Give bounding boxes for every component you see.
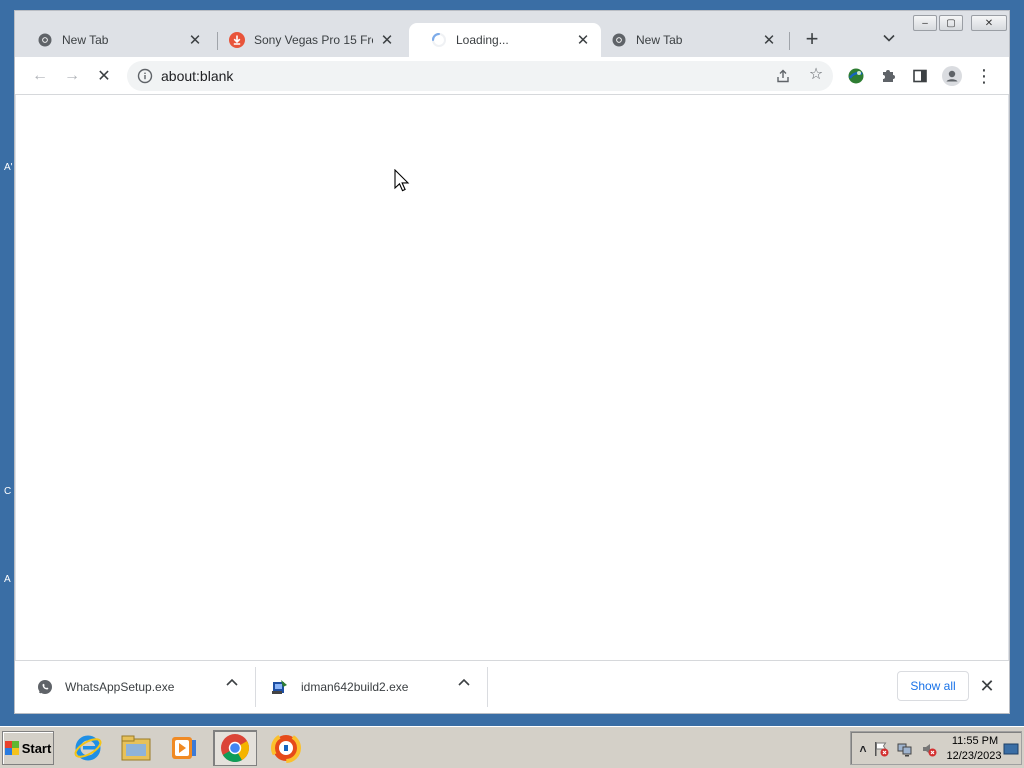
tab-title: New Tab <box>636 33 683 47</box>
address-input[interactable] <box>161 66 721 86</box>
profile-avatar-icon[interactable] <box>940 64 964 88</box>
address-bar[interactable]: ☆ <box>127 61 833 91</box>
clock-time[interactable]: 11:55 PM <box>947 735 1003 747</box>
back-button[interactable]: ← <box>28 64 52 88</box>
tab-loading[interactable]: Loading... ✕ <box>409 23 601 57</box>
close-download-shelf-icon[interactable]: ✕ <box>977 676 997 696</box>
download-item[interactable]: idman642build2.exe <box>271 667 451 707</box>
tab-close-icon[interactable]: ✕ <box>761 32 777 49</box>
download-item[interactable]: WhatsAppSetup.exe <box>37 667 217 707</box>
download-filename: WhatsAppSetup.exe <box>65 680 175 694</box>
network-icon[interactable] <box>897 741 913 757</box>
page-content[interactable] <box>16 95 1008 660</box>
mouse-cursor-icon <box>394 169 410 192</box>
stop-loading-button[interactable]: ✕ <box>92 64 116 88</box>
tab-close-icon[interactable]: ✕ <box>187 32 203 49</box>
tab-title: New Tab <box>62 33 109 47</box>
idm-installer-icon <box>272 680 287 694</box>
download-shelf: WhatsAppSetup.exe idman642build2.exe Sho… <box>15 660 1009 713</box>
tab-close-icon[interactable]: ✕ <box>379 32 395 49</box>
action-center-flag-icon[interactable] <box>873 741 889 757</box>
bookmark-star-icon[interactable]: ☆ <box>807 66 825 84</box>
chevron-up-icon[interactable] <box>457 677 471 687</box>
tab-search-button[interactable] <box>879 31 899 51</box>
media-player-icon[interactable] <box>162 730 206 766</box>
show-all-downloads-button[interactable]: Show all <box>897 671 969 701</box>
tab-new-tab-2[interactable]: New Tab ✕ <box>589 23 787 57</box>
idm-extension-icon[interactable] <box>844 64 868 88</box>
windows-logo-icon <box>4 741 19 755</box>
share-icon[interactable] <box>775 68 791 84</box>
show-hidden-icons-button[interactable]: ˄ <box>855 741 871 757</box>
browser-window: New Tab ✕ Sony Vegas Pro 15 Free D ✕ Loa… <box>14 10 1010 714</box>
chrome-icon <box>611 32 627 48</box>
desktop-icon-label: A <box>4 574 11 585</box>
file-explorer-icon[interactable] <box>114 730 158 766</box>
taskbar: Start ˄ 11:55 PM 12/23/2023 <box>0 726 1024 768</box>
tab-separator <box>789 32 790 50</box>
close-window-button[interactable]: ✕ <box>971 15 1007 31</box>
chevron-up-icon[interactable] <box>225 677 239 687</box>
download-separator <box>487 667 488 707</box>
spinner-icon <box>431 32 447 48</box>
minimize-button[interactable]: – <box>913 15 937 31</box>
side-panel-icon[interactable] <box>908 64 932 88</box>
chrome-taskbar-icon[interactable] <box>213 730 257 766</box>
start-label: Start <box>21 740 52 756</box>
forward-button[interactable]: → <box>60 64 84 88</box>
clock-date[interactable]: 12/23/2023 <box>943 750 1005 762</box>
chrome-icon <box>37 32 53 48</box>
extensions-puzzle-icon[interactable] <box>876 64 900 88</box>
tab-new-tab-1[interactable]: New Tab ✕ <box>15 23 213 57</box>
download-badge-icon <box>229 32 245 48</box>
browser-lock-icon[interactable] <box>264 730 308 766</box>
chevron-down-icon <box>883 34 895 42</box>
download-filename: idman642build2.exe <box>301 680 409 694</box>
system-tray: ˄ 11:55 PM 12/23/2023 <box>850 731 1022 765</box>
maximize-button[interactable]: ▢ <box>939 15 963 31</box>
internet-explorer-icon[interactable] <box>66 730 110 766</box>
toolbar: ← → ✕ ☆ ⋮ <box>15 57 1009 95</box>
tab-title: Loading... <box>456 33 509 47</box>
desktop-icon-label: C <box>4 486 12 497</box>
start-button[interactable]: Start <box>2 731 54 765</box>
show-desktop-icon[interactable] <box>1003 741 1019 757</box>
volume-muted-icon[interactable] <box>921 741 937 757</box>
info-icon[interactable] <box>137 68 153 84</box>
download-separator <box>255 667 256 707</box>
tab-title: Sony Vegas Pro 15 Free D <box>254 33 373 47</box>
whatsapp-icon <box>38 680 52 694</box>
desktop-icon-label: A' <box>4 162 13 173</box>
new-tab-button[interactable]: + <box>801 28 823 51</box>
tab-strip: New Tab ✕ Sony Vegas Pro 15 Free D ✕ Loa… <box>15 11 1009 57</box>
tab-sony-vegas[interactable]: Sony Vegas Pro 15 Free D ✕ <box>207 23 405 57</box>
browser-menu-icon[interactable]: ⋮ <box>972 64 996 88</box>
